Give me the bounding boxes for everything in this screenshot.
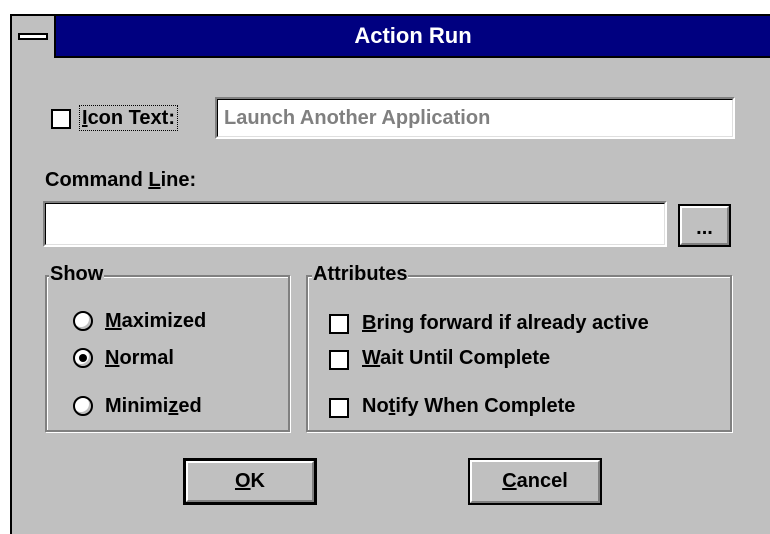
command-line-label: Command Line: [45,169,197,191]
bring-forward-checkbox[interactable] [329,314,349,334]
minimized-radio[interactable] [73,396,93,416]
system-menu-button[interactable] [12,16,56,58]
minimized-label[interactable]: Minimized [105,393,202,419]
cancel-button[interactable]: Cancel [468,458,602,505]
bring-forward-label[interactable]: Bring forward if already active [362,310,649,336]
maximized-radio[interactable] [73,311,93,331]
system-menu-icon [18,33,48,40]
browse-button[interactable]: ... [678,204,731,247]
normal-radio[interactable] [73,348,93,368]
ok-button[interactable]: OK [183,458,317,505]
icon-text-checkbox[interactable] [51,109,71,129]
maximized-label[interactable]: Maximized [105,308,206,334]
icon-text-value: Launch Another Application [224,107,491,129]
window-title: Action Run [354,23,472,48]
show-legend: Show [49,263,105,285]
icon-text-input[interactable]: Launch Another Application [215,97,735,139]
icon-text-label[interactable]: Icon Text: [79,104,178,132]
attributes-legend: Attributes [312,263,409,285]
title-bar[interactable]: Action Run [10,14,770,60]
notify-when-complete-label[interactable]: Notify When Complete [362,393,575,419]
wait-until-complete-checkbox[interactable] [329,350,349,370]
command-line-input[interactable] [43,201,667,247]
notify-when-complete-checkbox[interactable] [329,398,349,418]
wait-until-complete-label[interactable]: Wait Until Complete [362,345,550,371]
normal-label[interactable]: Normal [105,345,174,371]
